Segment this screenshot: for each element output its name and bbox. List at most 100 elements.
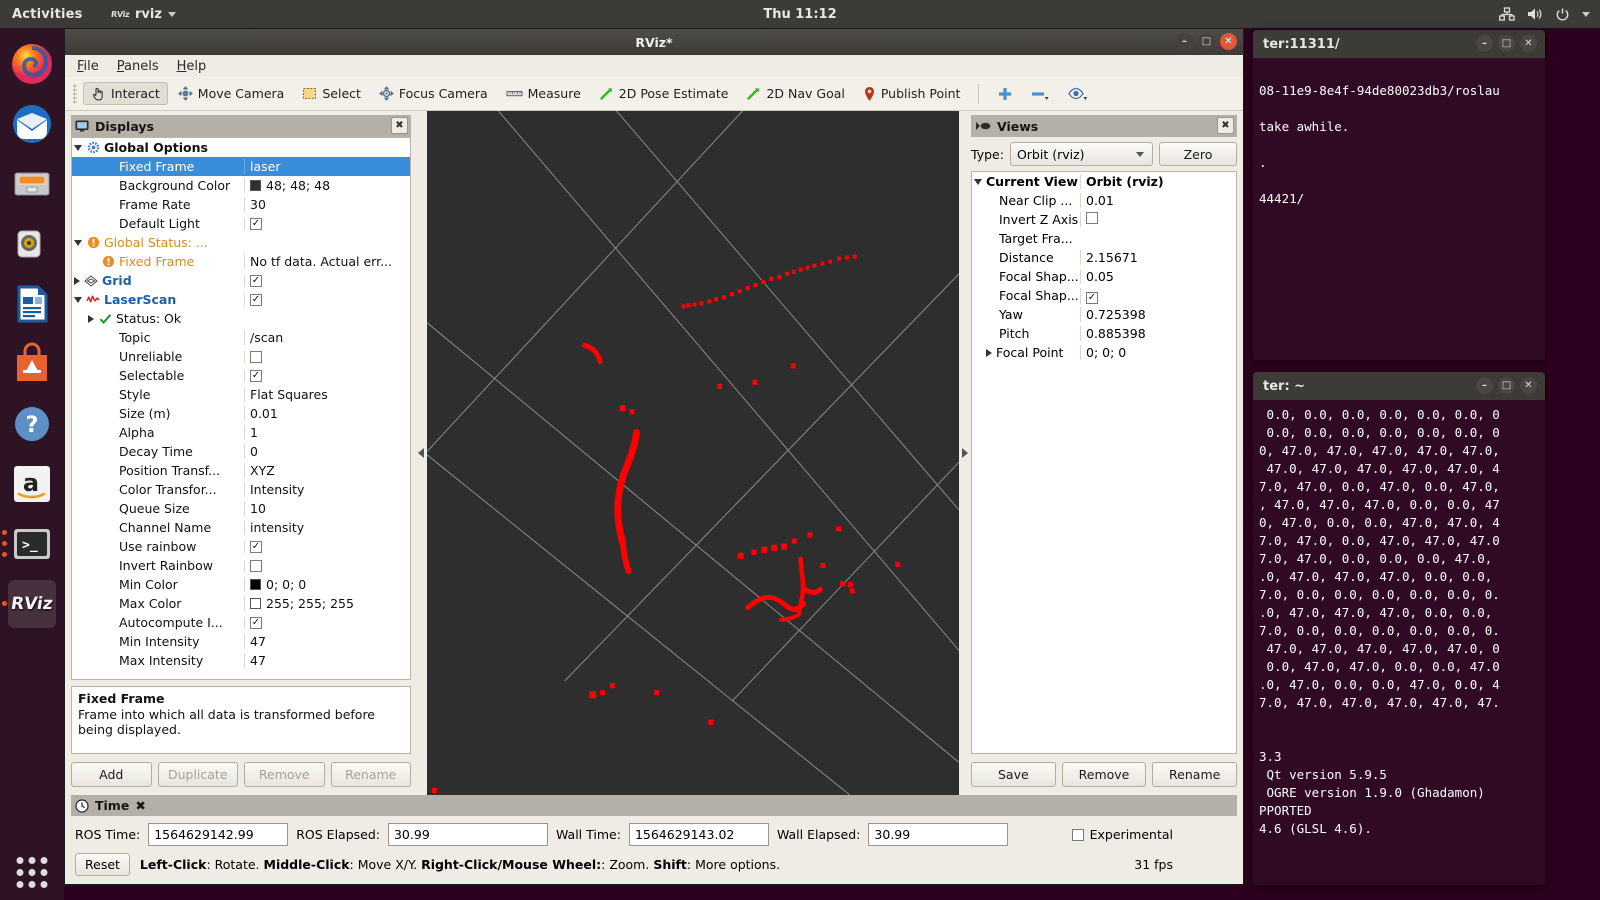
view-property-row[interactable]: Focal Shap...✓ [972, 286, 1236, 305]
view-property-row[interactable]: Focal Point0; 0; 0 [972, 343, 1236, 362]
terminal-titlebar[interactable]: ter: ~ – □ ✕ [1253, 372, 1545, 400]
display-property-row[interactable]: Position Transf...XYZ [72, 461, 410, 480]
display-property-row[interactable]: Size (m)0.01 [72, 404, 410, 423]
display-property-row[interactable]: Background Color48; 48; 48 [72, 176, 410, 195]
display-property-row[interactable]: Min Color0; 0; 0 [72, 575, 410, 594]
property-value-cell[interactable] [244, 560, 410, 572]
property-value-cell[interactable]: 0.01 [244, 406, 410, 421]
dock-item-rhythmbox[interactable] [8, 220, 56, 268]
display-property-row[interactable]: Channel Nameintensity [72, 518, 410, 537]
display-property-row[interactable]: Grid✓ [72, 271, 410, 290]
property-value-cell[interactable]: ✓ [244, 294, 410, 306]
window-controls[interactable]: – □ ✕ [1476, 35, 1537, 52]
color-swatch[interactable] [250, 598, 261, 609]
property-value-cell[interactable]: XYZ [244, 463, 410, 478]
display-property-row[interactable]: Use rainbow✓ [72, 537, 410, 556]
property-value-cell[interactable]: 0 [244, 444, 410, 459]
chevron-down-icon[interactable] [1582, 12, 1590, 17]
display-property-row[interactable]: StyleFlat Squares [72, 385, 410, 404]
minimize-icon[interactable]: – [1476, 35, 1493, 52]
property-value-cell[interactable]: 48; 48; 48 [244, 178, 410, 193]
dock-item-libreoffice-writer[interactable] [8, 280, 56, 328]
tool-2d-nav-goal[interactable]: 2D Nav Goal [738, 82, 852, 105]
checkbox[interactable]: ✓ [250, 275, 262, 287]
app-menu-button[interactable]: RViz rviz [111, 7, 176, 22]
terminal-window-rviz[interactable]: ter: ~ – □ ✕ 0.0, 0.0, 0.0, 0.0, 0.0, 0.… [1253, 372, 1545, 885]
dock-item-rviz[interactable]: RViz [8, 580, 56, 628]
dock-item-firefox[interactable] [8, 40, 56, 88]
right-splitter[interactable] [959, 111, 971, 795]
property-value-cell[interactable]: ✓ [244, 541, 410, 553]
display-property-row[interactable]: Queue Size10 [72, 499, 410, 518]
property-value-cell[interactable]: 30 [244, 197, 410, 212]
chevron-down-icon[interactable] [74, 145, 82, 151]
tool-2d-pose-estimate[interactable]: 2D Pose Estimate [591, 82, 737, 105]
display-property-row[interactable]: Fixed Framelaser [72, 157, 410, 176]
tool-focus-camera[interactable]: Focus Camera [371, 82, 496, 105]
rename-view-button[interactable]: Rename [1152, 762, 1237, 787]
displays-tree[interactable]: Global OptionsFixed FramelaserBackground… [71, 137, 411, 680]
terminal-titlebar[interactable]: ter:11311/ – □ ✕ [1253, 30, 1545, 58]
dock-item-files[interactable] [8, 160, 56, 208]
close-icon[interactable]: ✖ [1217, 117, 1234, 134]
display-property-row[interactable]: Alpha1 [72, 423, 410, 442]
checkbox[interactable]: ✓ [250, 370, 262, 382]
checkbox[interactable] [250, 351, 262, 363]
terminal-output-rviz[interactable]: 0.0, 0.0, 0.0, 0.0, 0.0, 0.0, 0 0.0, 0.0… [1253, 400, 1545, 885]
menu-panels[interactable]: Panels [117, 59, 159, 74]
add-tool-button[interactable] [989, 82, 1021, 106]
display-property-row[interactable]: Fixed FrameNo tf data. Actual err... [72, 252, 410, 271]
property-value-cell[interactable]: 10 [244, 501, 410, 516]
property-value-cell[interactable]: No tf data. Actual err... [244, 254, 410, 269]
checkbox[interactable]: ✓ [250, 617, 262, 629]
display-property-row[interactable]: Default Light✓ [72, 214, 410, 233]
minimize-icon[interactable]: – [1176, 33, 1193, 50]
view-property-value[interactable]: 0.01 [1080, 193, 1236, 208]
ros-elapsed-input[interactable]: 30.99 [388, 823, 548, 846]
view-property-row[interactable]: Pitch0.885398 [972, 324, 1236, 343]
experimental-checkbox[interactable] [1072, 829, 1084, 841]
tool-interact[interactable]: Interact [83, 82, 168, 105]
tool-select[interactable]: Select [294, 82, 369, 105]
menu-file[interactable]: File [77, 59, 99, 74]
display-property-row[interactable]: Status: Ok [72, 309, 410, 328]
close-icon[interactable]: ✕ [1220, 33, 1237, 50]
checkbox[interactable]: ✓ [250, 541, 262, 553]
view-property-value[interactable]: 0; 0; 0 [1080, 345, 1236, 360]
rviz-titlebar[interactable]: RViz* – □ ✕ [65, 29, 1243, 55]
property-value-cell[interactable]: 255; 255; 255 [244, 596, 410, 611]
view-type-select[interactable]: Orbit (rviz) [1010, 142, 1153, 166]
display-property-row[interactable]: Frame Rate30 [72, 195, 410, 214]
add-button[interactable]: Add [71, 762, 152, 787]
dock-item-ubuntu-software[interactable] [8, 340, 56, 388]
dock-item-terminal[interactable]: >_ [8, 520, 56, 568]
display-property-row[interactable]: Min Intensity47 [72, 632, 410, 651]
property-value-cell[interactable]: ✓ [244, 370, 410, 382]
property-value-cell[interactable]: Flat Squares [244, 387, 410, 402]
terminal-window-roscore[interactable]: ter:11311/ – □ ✕ 08-11e9-8e4f-94de80023d… [1253, 30, 1545, 360]
ros-time-input[interactable]: 1564629142.99 [148, 823, 288, 846]
property-value-cell[interactable]: 47 [244, 634, 410, 649]
maximize-icon[interactable]: □ [1198, 33, 1215, 50]
menu-help[interactable]: Help [177, 59, 207, 74]
view-property-row[interactable]: Distance2.15671 [972, 248, 1236, 267]
chevron-down-icon[interactable] [74, 297, 82, 303]
power-icon[interactable] [1555, 7, 1570, 22]
dock-item-help[interactable]: ? [8, 400, 56, 448]
maximize-icon[interactable]: □ [1498, 35, 1515, 52]
tool-measure[interactable]: Measure [498, 82, 589, 105]
display-property-row[interactable]: Global Status: ... [72, 233, 410, 252]
property-value-cell[interactable]: 1 [244, 425, 410, 440]
view-property-value[interactable]: ✓ [1080, 288, 1236, 304]
color-swatch[interactable] [250, 180, 261, 191]
chevron-right-icon[interactable] [74, 277, 80, 285]
chevron-right-icon[interactable] [986, 349, 992, 357]
property-value-cell[interactable]: 0; 0; 0 [244, 577, 410, 592]
experimental-checkbox-row[interactable]: Experimental [1072, 827, 1173, 842]
zero-button[interactable]: Zero [1159, 142, 1237, 166]
close-icon[interactable]: ✕ [1520, 35, 1537, 52]
property-value-cell[interactable] [244, 351, 410, 363]
clock-label[interactable]: Thu 11:12 [763, 7, 836, 22]
property-value-cell[interactable]: 47 [244, 653, 410, 668]
display-property-row[interactable]: Color Transfor...Intensity [72, 480, 410, 499]
